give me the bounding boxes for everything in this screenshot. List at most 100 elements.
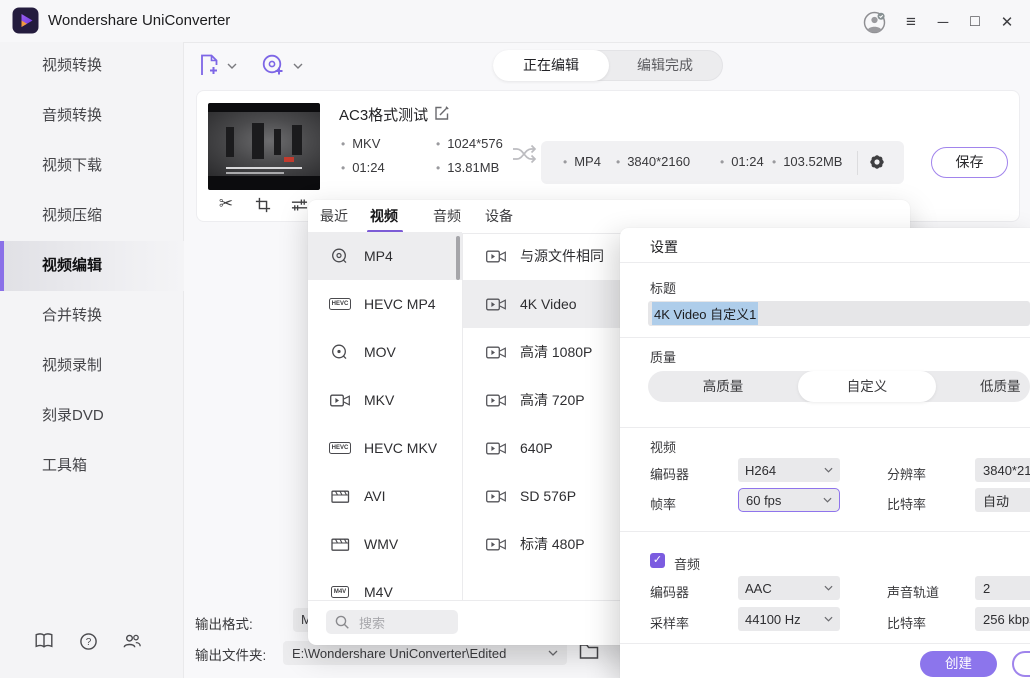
disc-icon: [329, 248, 351, 264]
audio-section-label: 音频: [674, 554, 700, 573]
app-title: Wondershare UniConverter: [48, 0, 230, 42]
format-item-m4v[interactable]: M4V M4V: [308, 568, 462, 616]
load-dvd-chevron-down-icon[interactable]: [293, 63, 303, 69]
video-camera-icon: [485, 296, 507, 312]
format-item-mov[interactable]: MOV: [308, 328, 462, 376]
settings-gear-icon[interactable]: [867, 152, 887, 172]
cancel-button[interactable]: [1012, 651, 1030, 677]
load-dvd-button[interactable]: [260, 52, 286, 78]
sidebar-item-audio-convert[interactable]: 音频转换: [0, 91, 184, 141]
audio-bitrate-select[interactable]: 256 kbps: [975, 607, 1030, 631]
sidebar-item-video-download[interactable]: 视频下载: [0, 141, 184, 191]
preset-name-input[interactable]: 4K Video 自定义1: [648, 301, 1030, 326]
chevron-down-icon: [824, 467, 833, 473]
chevron-down-icon: [824, 616, 833, 622]
create-button[interactable]: 创建: [920, 651, 997, 677]
video-resolution-select[interactable]: 3840*2160: [975, 458, 1030, 482]
output-format: MP4: [563, 154, 601, 169]
edit-status-tabs: 正在编辑 编辑完成: [493, 50, 723, 81]
audio-channels-label: 声音轨道: [887, 582, 939, 601]
folder-chevron-down-icon: [548, 650, 558, 656]
popup-tab-device[interactable]: 设备: [485, 200, 513, 233]
guide-book-icon[interactable]: [32, 628, 56, 652]
close-button[interactable]: ✕: [994, 9, 1020, 35]
video-resolution-label: 分辨率: [887, 464, 926, 483]
rename-edit-icon[interactable]: [434, 105, 450, 121]
sidebar-item-toolbox[interactable]: 工具箱: [0, 441, 184, 491]
popup-tab-recent[interactable]: 最近: [320, 200, 348, 233]
crop-icon[interactable]: [254, 196, 272, 214]
source-resolution: 1024*576: [436, 136, 503, 151]
panel-divider: [620, 643, 1030, 644]
help-icon[interactable]: ?: [76, 629, 100, 653]
save-button[interactable]: 保存: [931, 147, 1008, 178]
sidebar-item-screen-record[interactable]: 视频录制: [0, 341, 184, 391]
video-camera-icon: [485, 536, 507, 552]
open-folder-icon[interactable]: [579, 643, 599, 660]
panel-divider: [620, 427, 1030, 428]
video-camera-icon: [485, 344, 507, 360]
audio-channels-select[interactable]: 2: [975, 576, 1030, 600]
sidebar-item-video-edit[interactable]: 视频编辑: [0, 241, 184, 291]
tab-editing[interactable]: 正在编辑: [493, 50, 609, 81]
output-folder-label: 输出文件夹:: [195, 644, 266, 664]
effects-sliders-icon[interactable]: [290, 196, 308, 214]
chevron-down-icon: [824, 585, 833, 591]
clapperboard-icon: [329, 536, 351, 552]
framerate-select[interactable]: 60 fps: [738, 488, 840, 512]
maximize-button[interactable]: □: [962, 9, 988, 35]
sidebar-item-video-compress[interactable]: 视频压缩: [0, 191, 184, 241]
popup-tab-video[interactable]: 视频: [370, 200, 398, 233]
audio-checkbox[interactable]: ✓: [650, 553, 665, 568]
video-bitrate-select[interactable]: 自动: [975, 488, 1030, 512]
quality-custom-option[interactable]: 自定义: [798, 371, 936, 402]
sidebar-item-merge-convert[interactable]: 合并转换: [0, 291, 184, 341]
video-thumbnail: [208, 103, 320, 190]
hevc-badge-icon: HEVC: [329, 296, 351, 312]
chip-divider: [857, 151, 858, 175]
format-item-hevc-mp4[interactable]: HEVC HEVC MP4: [308, 280, 462, 328]
format-item-mp4[interactable]: MP4: [308, 232, 462, 280]
quality-segmented-control: 高质量 自定义 低质量: [648, 371, 1030, 402]
format-item-mkv[interactable]: MKV: [308, 376, 462, 424]
output-settings-chip[interactable]: MP4 3840*2160 01:24 103.52MB: [541, 141, 904, 184]
video-camera-icon: [485, 248, 507, 264]
community-icon[interactable]: [120, 629, 144, 653]
samplerate-label: 采样率: [650, 613, 689, 632]
source-duration: 01:24: [341, 160, 385, 175]
popup-tab-audio[interactable]: 音频: [433, 200, 461, 233]
sidebar-item-video-convert[interactable]: 视频转换: [0, 41, 184, 91]
panel-divider: [620, 337, 1030, 338]
format-item-hevc-mkv[interactable]: HEVC HEVC MKV: [308, 424, 462, 472]
audio-encoder-select[interactable]: AAC: [738, 576, 840, 600]
add-file-chevron-down-icon[interactable]: [227, 63, 237, 69]
file-title: AC3格式测试: [339, 104, 428, 125]
add-file-button[interactable]: [196, 52, 222, 78]
output-format-label: 输出格式:: [195, 613, 253, 633]
quality-high-option[interactable]: 高质量: [648, 371, 798, 402]
source-format: MKV: [341, 136, 380, 151]
trim-scissors-icon[interactable]: ✂: [217, 195, 235, 213]
tab-edit-done[interactable]: 编辑完成: [608, 51, 722, 80]
account-avatar[interactable]: [861, 9, 887, 35]
minimize-button[interactable]: ─: [930, 9, 956, 35]
m4v-badge-icon: M4V: [329, 584, 351, 600]
sidebar: 视频转换 音频转换 视频下载 视频压缩 视频编辑 合并转换 视频录制 刻录DVD…: [0, 42, 184, 678]
format-item-wmv[interactable]: WMV: [308, 520, 462, 568]
video-encoder-select[interactable]: H264: [738, 458, 840, 482]
video-camera-icon: [329, 392, 351, 408]
source-size: 13.81MB: [436, 160, 499, 175]
menu-icon[interactable]: ≡: [898, 9, 924, 35]
clapperboard-icon: [329, 488, 351, 504]
output-duration: 01:24: [720, 154, 764, 169]
sidebar-item-burn-dvd[interactable]: 刻录DVD: [0, 391, 184, 441]
format-list-scrollbar[interactable]: [456, 236, 460, 280]
app-logo-icon: [12, 7, 39, 34]
settings-panel: 设置 标题 4K Video 自定义1 质量 高质量 自定义 低质量 视频 编码…: [620, 228, 1030, 678]
format-item-avi[interactable]: AVI: [308, 472, 462, 520]
panel-divider: [620, 262, 1030, 263]
quality-low-option[interactable]: 低质量: [936, 371, 1030, 402]
chevron-down-icon: [823, 497, 832, 503]
samplerate-select[interactable]: 44100 Hz: [738, 607, 840, 631]
search-input[interactable]: 搜索: [326, 610, 458, 634]
